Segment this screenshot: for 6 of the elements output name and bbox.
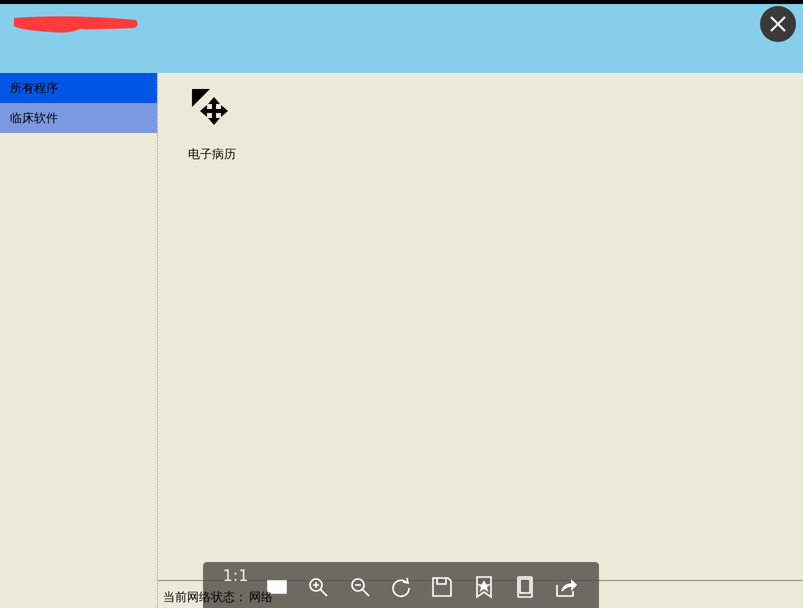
network-status-value: 网络 [249,591,273,604]
sidebar-item[interactable]: 所有程序 [0,73,157,103]
sidebar-item[interactable]: 临床软件 [0,103,157,133]
app-label: 电子病历 [188,146,236,163]
close-icon [769,15,787,33]
zoom-ratio[interactable]: 1:1 [222,568,248,584]
